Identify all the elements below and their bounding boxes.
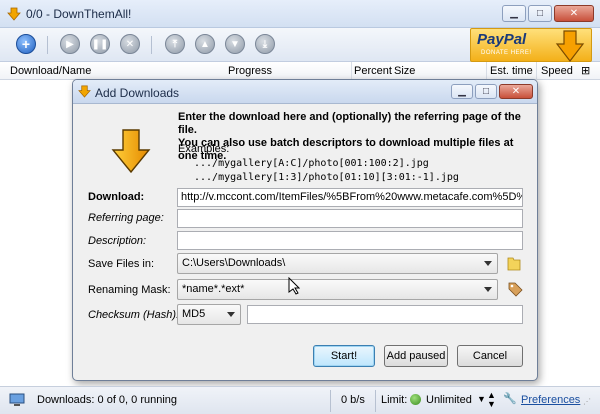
cancel-button[interactable]: Cancel xyxy=(457,345,523,367)
description-input[interactable] xyxy=(177,231,523,250)
paypal-donate-button[interactable]: PayPal DONATE HERE! xyxy=(470,28,592,62)
download-arrow-icon xyxy=(555,30,585,62)
minimize-button[interactable]: ▁ xyxy=(502,5,526,22)
start-button[interactable]: Start! xyxy=(313,345,375,367)
checksum-label: Checksum (Hash): xyxy=(88,309,180,321)
maximize-button[interactable]: □ xyxy=(528,5,552,22)
add-downloads-dialog: Add Downloads ▁ □ ✕ Enter the download h… xyxy=(72,79,538,381)
download-arrow-icon xyxy=(111,129,151,174)
minimize-icon: ▁ xyxy=(458,86,466,97)
column-picker-icon[interactable]: ⊞ xyxy=(581,64,590,77)
plus-icon: + xyxy=(21,36,31,52)
play-icon: ▶ xyxy=(66,38,74,50)
column-speed[interactable]: Speed xyxy=(541,65,573,77)
dialog-title: Add Downloads xyxy=(95,86,180,100)
limit-label: Limit: xyxy=(381,394,408,406)
dialog-app-icon xyxy=(78,85,91,98)
pause-icon: ❚❚ xyxy=(91,38,109,50)
column-header: Download/Name Progress Percent Size Est.… xyxy=(0,62,600,80)
chevron-down-icon[interactable]: ▼ xyxy=(477,394,486,404)
maximize-icon: □ xyxy=(482,86,490,97)
move-bottom-button[interactable]: ⤓ xyxy=(255,34,275,54)
add-paused-button[interactable]: Add paused xyxy=(384,345,448,367)
example-1: .../mygallery[A:C]/photo[001:100:2].jpg xyxy=(194,158,429,169)
save-files-combo[interactable]: C:\Users\Downloads\ xyxy=(177,253,498,274)
cancel-download-button[interactable]: ✕ xyxy=(120,34,140,54)
close-icon: ✕ xyxy=(511,86,521,97)
renaming-mask-label: Renaming Mask: xyxy=(88,284,171,296)
checksum-input[interactable] xyxy=(247,305,523,324)
limit-status-icon xyxy=(410,394,421,405)
toolbar-separator xyxy=(47,36,48,54)
tag-icon[interactable] xyxy=(507,281,523,297)
window-title: 0/0 - DownThemAll! xyxy=(26,7,132,21)
toolbar-separator xyxy=(151,36,152,54)
dialog-titlebar: Add Downloads ▁ □ ✕ xyxy=(73,80,537,104)
dialog-close-button[interactable]: ✕ xyxy=(499,84,533,99)
arrow-up-icon: ▲ xyxy=(200,38,210,50)
column-divider xyxy=(536,62,537,80)
resume-button[interactable]: ▶ xyxy=(60,34,80,54)
x-icon: ✕ xyxy=(125,38,135,50)
pause-button[interactable]: ❚❚ xyxy=(90,34,110,54)
download-label: Download: xyxy=(88,191,145,203)
column-est-time[interactable]: Est. time xyxy=(490,65,533,77)
checksum-algo-value: MD5 xyxy=(182,308,206,320)
statusbar-divider xyxy=(375,390,376,412)
maximize-icon: □ xyxy=(536,8,544,19)
checksum-algo-select[interactable]: MD5 xyxy=(177,304,241,325)
add-download-button[interactable]: + xyxy=(16,34,36,54)
limit-spin-icon[interactable]: ▲ ▼ xyxy=(487,391,496,409)
arrow-down-icon: ▼ xyxy=(230,38,240,50)
preferences-link[interactable]: Preferences xyxy=(521,394,580,406)
move-up-button[interactable]: ▲ xyxy=(195,34,215,54)
renaming-mask-value: *name*.*ext* xyxy=(182,283,245,295)
column-percent[interactable]: Percent xyxy=(354,65,392,77)
resize-grip-icon[interactable]: ⋰ xyxy=(583,397,591,406)
monitor-icon xyxy=(9,393,25,406)
move-bottom-icon: ⤓ xyxy=(262,38,268,50)
chevron-down-icon xyxy=(227,312,235,317)
speed-status: 0 b/s xyxy=(341,394,365,406)
column-progress[interactable]: Progress xyxy=(228,65,272,77)
wrench-icon: 🔧 xyxy=(503,393,517,405)
column-download-name[interactable]: Download/Name xyxy=(10,65,91,77)
folder-icon[interactable] xyxy=(507,255,521,271)
example-2: .../mygallery[1:3]/photo[01:10][3:01:-1]… xyxy=(194,172,459,183)
referring-page-label: Referring page: xyxy=(88,212,164,224)
download-url-input[interactable]: http://v.mccont.com/ItemFiles/%5BFrom%20… xyxy=(177,188,523,207)
column-size[interactable]: Size xyxy=(394,65,415,77)
renaming-mask-combo[interactable]: *name*.*ext* xyxy=(177,279,498,300)
limit-value[interactable]: Unlimited xyxy=(426,394,472,406)
move-down-button[interactable]: ▼ xyxy=(225,34,245,54)
dialog-maximize-button[interactable]: □ xyxy=(475,84,497,99)
window-controls: ▁ □ ✕ xyxy=(502,5,594,22)
close-button[interactable]: ✕ xyxy=(554,5,594,22)
save-files-value: C:\Users\Downloads\ xyxy=(182,257,286,269)
statusbar-divider xyxy=(330,390,331,412)
paypal-logo: PayPal xyxy=(477,31,527,48)
dialog-window-controls: ▁ □ ✕ xyxy=(451,84,533,99)
paypal-subtext: DONATE HERE! xyxy=(481,50,532,56)
move-top-button[interactable]: ⤒ xyxy=(165,34,185,54)
dialog-minimize-button[interactable]: ▁ xyxy=(451,84,473,99)
statusbar: Downloads: 0 of 0, 0 running 0 b/s Limit… xyxy=(0,386,600,414)
close-icon: ✕ xyxy=(569,8,579,19)
column-divider xyxy=(486,62,487,80)
chevron-down-icon xyxy=(484,287,492,292)
mouse-cursor-icon xyxy=(288,277,300,295)
description-label: Description: xyxy=(88,235,147,247)
minimize-icon: ▁ xyxy=(510,8,518,19)
move-top-icon: ⤒ xyxy=(172,38,178,50)
dialog-intro: Enter the download here and (optionally)… xyxy=(178,111,528,163)
intro-line-1: Enter the download here and (optionally)… xyxy=(178,111,521,136)
referring-page-input[interactable] xyxy=(177,209,523,228)
column-divider xyxy=(351,62,352,80)
downloads-status: Downloads: 0 of 0, 0 running xyxy=(37,394,178,406)
save-files-label: Save Files in: xyxy=(88,258,155,270)
examples-label: Examples: xyxy=(178,143,230,155)
chevron-down-icon xyxy=(484,261,492,266)
main-titlebar: 0/0 - DownThemAll! ▁ □ ✕ xyxy=(0,0,600,28)
downthemall-app-icon xyxy=(7,7,21,21)
